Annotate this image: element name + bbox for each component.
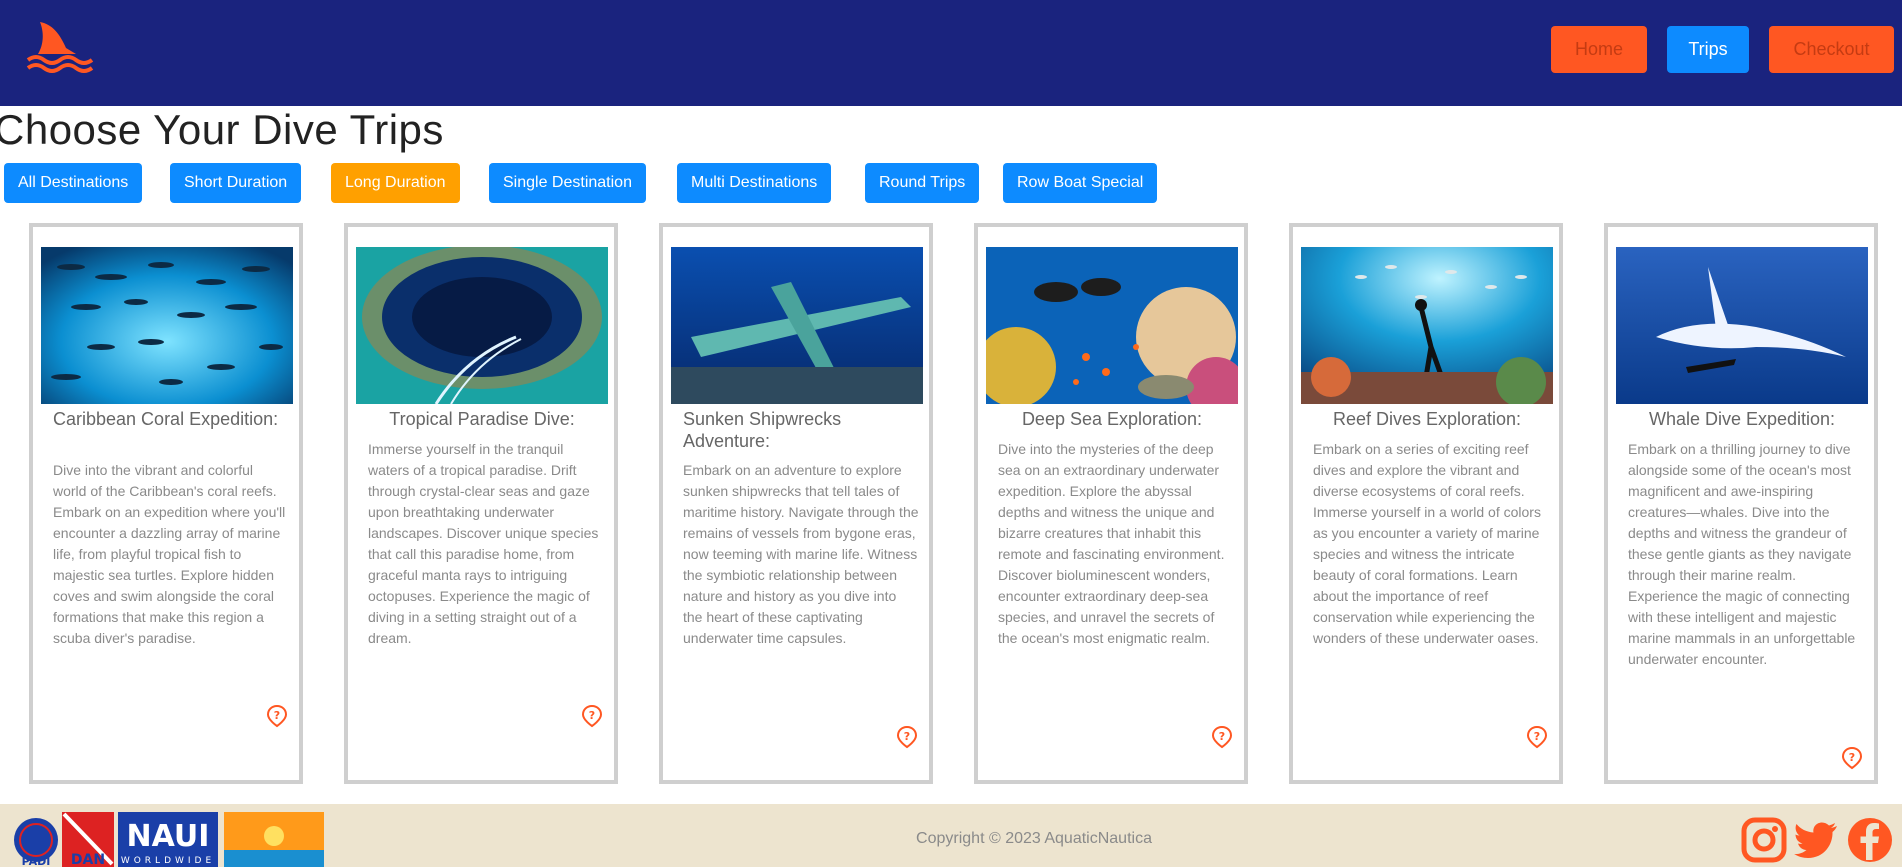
dan-logo-text: DAN (71, 852, 105, 867)
trip-card-caribbean: Caribbean Coral Expedition: Dive into th… (29, 223, 303, 784)
filter-short-duration[interactable]: Short Duration (170, 163, 302, 203)
svg-text:?: ? (1534, 730, 1540, 743)
site-footer: PADI DAN NAUI WORLDWIDE Copyright © 2023… (0, 804, 1902, 867)
question-pin-icon[interactable]: ? (580, 704, 604, 728)
trip-description: Immerse yourself in the tranquil waters … (368, 441, 599, 646)
filter-row-boat-special[interactable]: Row Boat Special (1003, 163, 1158, 203)
question-pin-icon[interactable]: ? (1525, 725, 1549, 749)
trip-description: Dive into the mysteries of the deep sea … (998, 441, 1225, 646)
filter-single-destination[interactable]: Single Destination (489, 163, 646, 203)
instagram-icon[interactable] (1740, 816, 1788, 864)
trip-card-tropical: Tropical Paradise Dive: Immerse yourself… (344, 223, 618, 784)
trip-card-whale: Whale Dive Expedition: Embark on a thril… (1604, 223, 1878, 784)
trip-description: Embark on a series of exciting reef dive… (1313, 441, 1541, 646)
shark-fin-waves-icon[interactable] (26, 20, 98, 76)
trip-image-humpback-whale (1616, 247, 1868, 404)
copyright-text: Copyright © 2023 AquaticNautica (916, 830, 1152, 847)
question-pin-icon[interactable]: ? (1840, 746, 1864, 770)
svg-text:?: ? (274, 709, 280, 722)
trip-image-hammerheads (41, 247, 293, 404)
trip-description: Embark on a thrilling journey to dive al… (1628, 441, 1856, 667)
page-title: Choose Your Dive Trips (0, 106, 444, 153)
facebook-icon[interactable] (1846, 816, 1894, 864)
svg-text:?: ? (904, 730, 910, 743)
site-header: Home Trips Checkout (0, 0, 1902, 106)
trip-title: Whale Dive Expedition: (1648, 409, 1836, 429)
trip-card-shipwrecks: Sunken Shipwrecks Adventure: Embark on a… (659, 223, 933, 784)
filter-round-trips[interactable]: Round Trips (865, 163, 980, 203)
svg-text:?: ? (589, 709, 595, 722)
question-pin-icon[interactable]: ? (895, 725, 919, 749)
trip-image-sunken-plane (671, 247, 923, 404)
question-pin-icon[interactable]: ? (265, 704, 289, 728)
trip-title: Deep Sea Exploration: (1021, 409, 1203, 429)
trip-image-reef-diver (1301, 247, 1553, 404)
trip-card-deep-sea: Deep Sea Exploration: Dive into the myst… (974, 223, 1248, 784)
naui-logo-subtext: WORLDWIDE (121, 856, 215, 866)
trip-card-reef: Reef Dives Exploration: Embark on a seri… (1289, 223, 1563, 784)
nav-checkout-button[interactable]: Checkout (1769, 26, 1894, 73)
question-pin-icon[interactable]: ? (1210, 725, 1234, 749)
trip-description: Dive into the vibrant and colorful world… (53, 462, 286, 646)
trip-description: Embark on an adventure to explore sunken… (683, 462, 919, 646)
filter-long-duration[interactable]: Long Duration (331, 163, 460, 203)
filter-all-destinations[interactable]: All Destinations (4, 163, 143, 203)
trip-image-coral-divers (986, 247, 1238, 404)
svg-text:?: ? (1219, 730, 1225, 743)
twitter-icon[interactable] (1793, 816, 1841, 864)
trip-title: Tropical Paradise Dive: (389, 409, 575, 429)
trip-title: Caribbean Coral Expedition: (53, 409, 279, 429)
nav-trips-button[interactable]: Trips (1667, 26, 1749, 73)
svg-text:?: ? (1849, 751, 1855, 764)
trip-title: Reef Dives Exploration: (1332, 409, 1522, 429)
padi-logo-text: PADI (22, 855, 51, 867)
trip-image-blue-hole (356, 247, 608, 404)
filter-multi-destinations[interactable]: Multi Destinations (677, 163, 832, 203)
nav-home-button[interactable]: Home (1551, 26, 1647, 73)
trip-title: Sunken Shipwrecks Adventure: (683, 409, 842, 451)
